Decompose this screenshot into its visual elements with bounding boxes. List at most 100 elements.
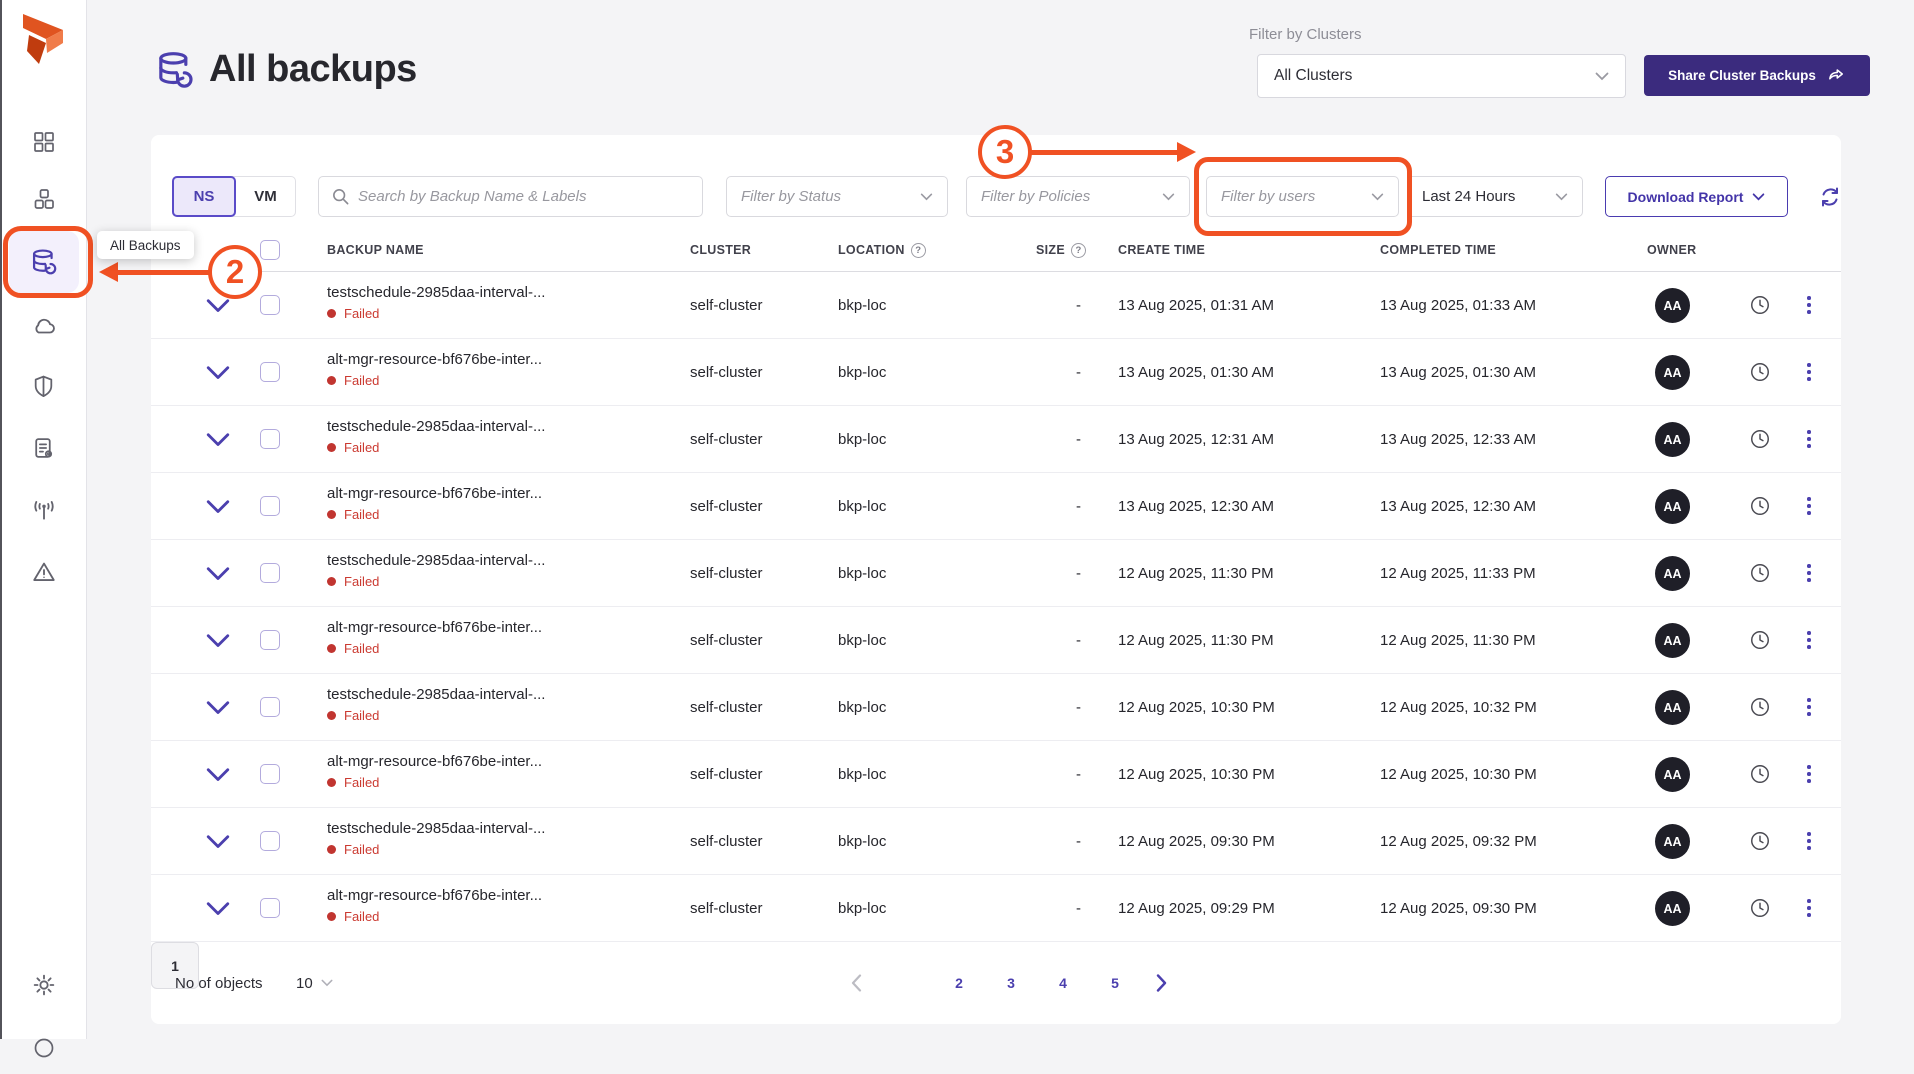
owner-avatar[interactable]: AA (1655, 891, 1690, 926)
row-menu-kebab-icon[interactable] (1803, 428, 1815, 450)
status-badge: Failed (327, 373, 657, 388)
row-checkbox[interactable] (260, 764, 280, 784)
next-page-button[interactable] (1156, 942, 1174, 1024)
row-menu-kebab-icon[interactable] (1803, 830, 1815, 852)
clock-icon[interactable] (1749, 629, 1771, 651)
owner-avatar[interactable]: AA (1655, 623, 1690, 658)
row-checkbox[interactable] (260, 630, 280, 650)
sidebar-item-clusters[interactable] (0, 174, 87, 226)
row-menu-kebab-icon[interactable] (1803, 361, 1815, 383)
backup-name-link[interactable]: alt-mgr-resource-bf676be-inter... (327, 351, 657, 368)
row-checkbox[interactable] (260, 429, 280, 449)
column-header-size[interactable]: SIZE? (1001, 228, 1086, 272)
share-cluster-backups-button[interactable]: Share Cluster Backups (1644, 55, 1870, 96)
sidebar-item-alerts[interactable] (0, 546, 87, 598)
page-size-select[interactable]: 10 (296, 942, 333, 1024)
row-expand-chevron-icon[interactable] (206, 432, 230, 448)
row-checkbox[interactable] (260, 898, 280, 918)
column-header-location[interactable]: LOCATION? (838, 228, 926, 272)
status-dot-icon (327, 644, 336, 653)
filter-by-status-select[interactable]: Filter by Status (726, 176, 948, 217)
owner-avatar[interactable]: AA (1655, 288, 1690, 323)
sidebar-item-cloud-settings[interactable] (0, 300, 87, 352)
sidebar-item-settings[interactable] (0, 959, 87, 1011)
backup-name-cell: alt-mgr-resource-bf676be-inter... Failed (327, 619, 657, 656)
cluster-filter-select[interactable]: All Clusters (1257, 54, 1626, 98)
clock-icon[interactable] (1749, 763, 1771, 785)
backup-name-link[interactable]: testschedule-2985daa-interval-... (327, 820, 657, 837)
clock-icon[interactable] (1749, 361, 1771, 383)
row-checkbox[interactable] (260, 831, 280, 851)
row-menu-kebab-icon[interactable] (1803, 897, 1815, 919)
page-button-5[interactable]: 5 (1103, 975, 1127, 991)
row-expand-chevron-icon[interactable] (206, 767, 230, 783)
row-expand-chevron-icon[interactable] (206, 633, 230, 649)
clock-icon[interactable] (1749, 562, 1771, 584)
owner-avatar[interactable]: AA (1655, 489, 1690, 524)
row-expand-chevron-icon[interactable] (206, 901, 230, 917)
clock-icon[interactable] (1749, 897, 1771, 919)
clock-icon[interactable] (1749, 495, 1771, 517)
size-cell: - (1031, 741, 1081, 808)
sidebar-item-security[interactable] (0, 360, 87, 412)
sidebar-item-help[interactable] (0, 1022, 87, 1074)
search-input[interactable] (358, 188, 690, 205)
previous-page-button[interactable] (851, 942, 869, 1024)
row-expand-chevron-icon[interactable] (206, 499, 230, 515)
row-menu-kebab-icon[interactable] (1803, 562, 1815, 584)
tab-ns[interactable]: NS (172, 176, 236, 217)
column-header-cluster[interactable]: CLUSTER (690, 228, 751, 272)
filter-by-policies-select[interactable]: Filter by Policies (966, 176, 1190, 217)
clock-icon[interactable] (1749, 696, 1771, 718)
row-expand-chevron-icon[interactable] (206, 298, 230, 314)
sidebar-item-dashboard[interactable] (0, 116, 87, 168)
row-expand-chevron-icon[interactable] (206, 700, 230, 716)
row-expand-chevron-icon[interactable] (206, 365, 230, 381)
page-button-2[interactable]: 2 (947, 975, 971, 991)
refresh-icon[interactable] (1818, 185, 1842, 209)
column-header-create-time[interactable]: CREATE TIME (1118, 228, 1205, 272)
download-report-button[interactable]: Download Report (1605, 176, 1788, 217)
size-help-icon[interactable]: ? (1071, 243, 1086, 258)
clock-icon[interactable] (1749, 830, 1771, 852)
column-header-owner[interactable]: OWNER (1647, 228, 1696, 272)
clock-icon[interactable] (1749, 294, 1771, 316)
row-expand-chevron-icon[interactable] (206, 834, 230, 850)
owner-avatar[interactable]: AA (1655, 690, 1690, 725)
owner-avatar[interactable]: AA (1655, 355, 1690, 390)
clock-icon[interactable] (1749, 428, 1771, 450)
row-checkbox[interactable] (260, 295, 280, 315)
row-checkbox[interactable] (260, 496, 280, 516)
sidebar-item-activity-monitor[interactable] (0, 484, 87, 536)
row-expand-chevron-icon[interactable] (206, 566, 230, 582)
backup-name-link[interactable]: testschedule-2985daa-interval-... (327, 552, 657, 569)
backup-name-link[interactable]: alt-mgr-resource-bf676be-inter... (327, 753, 657, 770)
backup-name-link[interactable]: testschedule-2985daa-interval-... (327, 418, 657, 435)
backup-name-link[interactable]: testschedule-2985daa-interval-... (327, 686, 657, 703)
backup-name-cell: alt-mgr-resource-bf676be-inter... Failed (327, 887, 657, 924)
tab-vm[interactable]: VM (236, 177, 295, 216)
page-button-4[interactable]: 4 (1051, 975, 1075, 991)
row-menu-kebab-icon[interactable] (1803, 763, 1815, 785)
page-button-3[interactable]: 3 (999, 975, 1023, 991)
time-range-select[interactable]: Last 24 Hours (1407, 176, 1583, 217)
row-menu-kebab-icon[interactable] (1803, 294, 1815, 316)
row-checkbox[interactable] (260, 362, 280, 382)
row-menu-kebab-icon[interactable] (1803, 629, 1815, 651)
location-help-icon[interactable]: ? (911, 243, 926, 258)
row-menu-kebab-icon[interactable] (1803, 495, 1815, 517)
backup-name-link[interactable]: alt-mgr-resource-bf676be-inter... (327, 485, 657, 502)
owner-avatar[interactable]: AA (1655, 422, 1690, 457)
row-checkbox[interactable] (260, 697, 280, 717)
row-checkbox[interactable] (260, 563, 280, 583)
row-menu-kebab-icon[interactable] (1803, 696, 1815, 718)
select-all-checkbox[interactable] (260, 240, 280, 260)
owner-avatar[interactable]: AA (1655, 824, 1690, 859)
backup-name-link[interactable]: testschedule-2985daa-interval-... (327, 284, 657, 301)
sidebar-item-rules[interactable] (0, 422, 87, 474)
column-header-backup-name[interactable]: BACKUP NAME (327, 228, 424, 272)
backup-name-link[interactable]: alt-mgr-resource-bf676be-inter... (327, 619, 657, 636)
backup-name-link[interactable]: alt-mgr-resource-bf676be-inter... (327, 887, 657, 904)
owner-avatar[interactable]: AA (1655, 556, 1690, 591)
owner-avatar[interactable]: AA (1655, 757, 1690, 792)
